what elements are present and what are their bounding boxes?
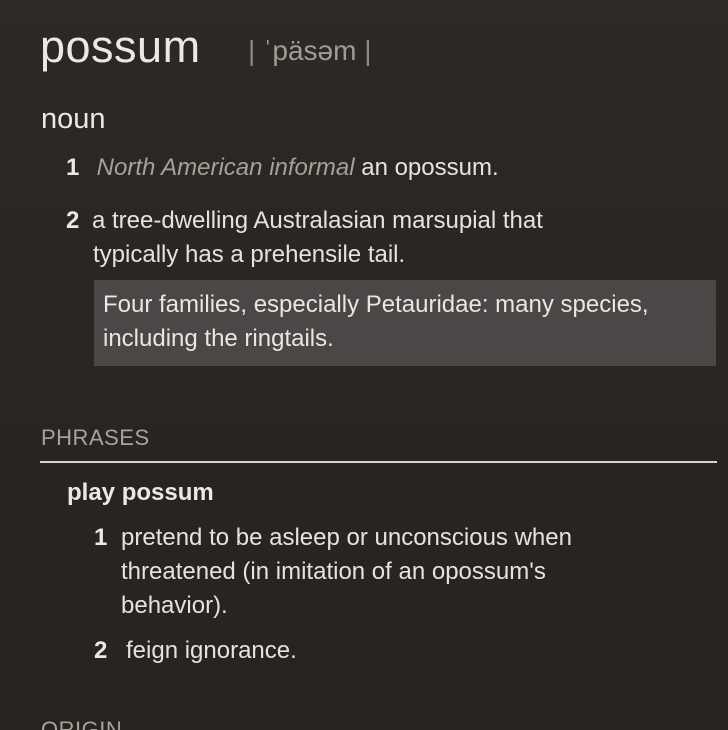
pronunciation-bar-right: | bbox=[364, 35, 372, 66]
phrase-definition-line-2: threatened (in imitation of an opossum's bbox=[121, 558, 546, 585]
sense-number: 1 bbox=[66, 154, 80, 181]
sense-1: 1 North American informal an opossum. bbox=[66, 151, 499, 185]
sense-definition-line-2: typically has a prehensile tail. bbox=[93, 241, 406, 268]
phrases-heading: PHRASES bbox=[41, 425, 150, 450]
sense-number: 1 bbox=[94, 524, 108, 551]
register-style: informal bbox=[269, 154, 355, 181]
register-region: North American bbox=[96, 154, 263, 181]
origin-heading: ORIGIN bbox=[41, 717, 123, 730]
sense-2: 2 a tree-dwelling Australasian marsupial … bbox=[66, 204, 666, 272]
phrase-definition-line-3: behavior). bbox=[121, 592, 228, 619]
sense-number: 2 bbox=[94, 637, 108, 664]
headword: possum bbox=[40, 21, 201, 72]
section-divider bbox=[40, 461, 717, 463]
phrase-definition: feign ignorance. bbox=[126, 637, 297, 664]
pronunciation: | ˈpäsəm | bbox=[248, 34, 372, 68]
phrase-sense-1: 1 pretend to be asleep or unconscious whe… bbox=[94, 521, 694, 623]
sense-number: 2 bbox=[66, 207, 80, 234]
phrase-definition-line-1: pretend to be asleep or unconscious when bbox=[121, 524, 572, 551]
sense-note: Four families, especially Petauridae: ma… bbox=[94, 280, 716, 366]
dictionary-entry: possum | ˈpäsəm | noun 1 North American … bbox=[0, 0, 728, 730]
part-of-speech: noun bbox=[41, 103, 106, 135]
pronunciation-text: ˈpäsəm bbox=[263, 35, 357, 66]
phrase-sense-2: 2 feign ignorance. bbox=[94, 634, 297, 668]
sense-definition-line-1: a tree-dwelling Australasian marsupial t… bbox=[92, 207, 543, 234]
sense-definition: an opossum. bbox=[361, 154, 499, 181]
pronunciation-bar-left: | bbox=[248, 35, 256, 66]
phrase-title: play possum bbox=[67, 479, 214, 506]
